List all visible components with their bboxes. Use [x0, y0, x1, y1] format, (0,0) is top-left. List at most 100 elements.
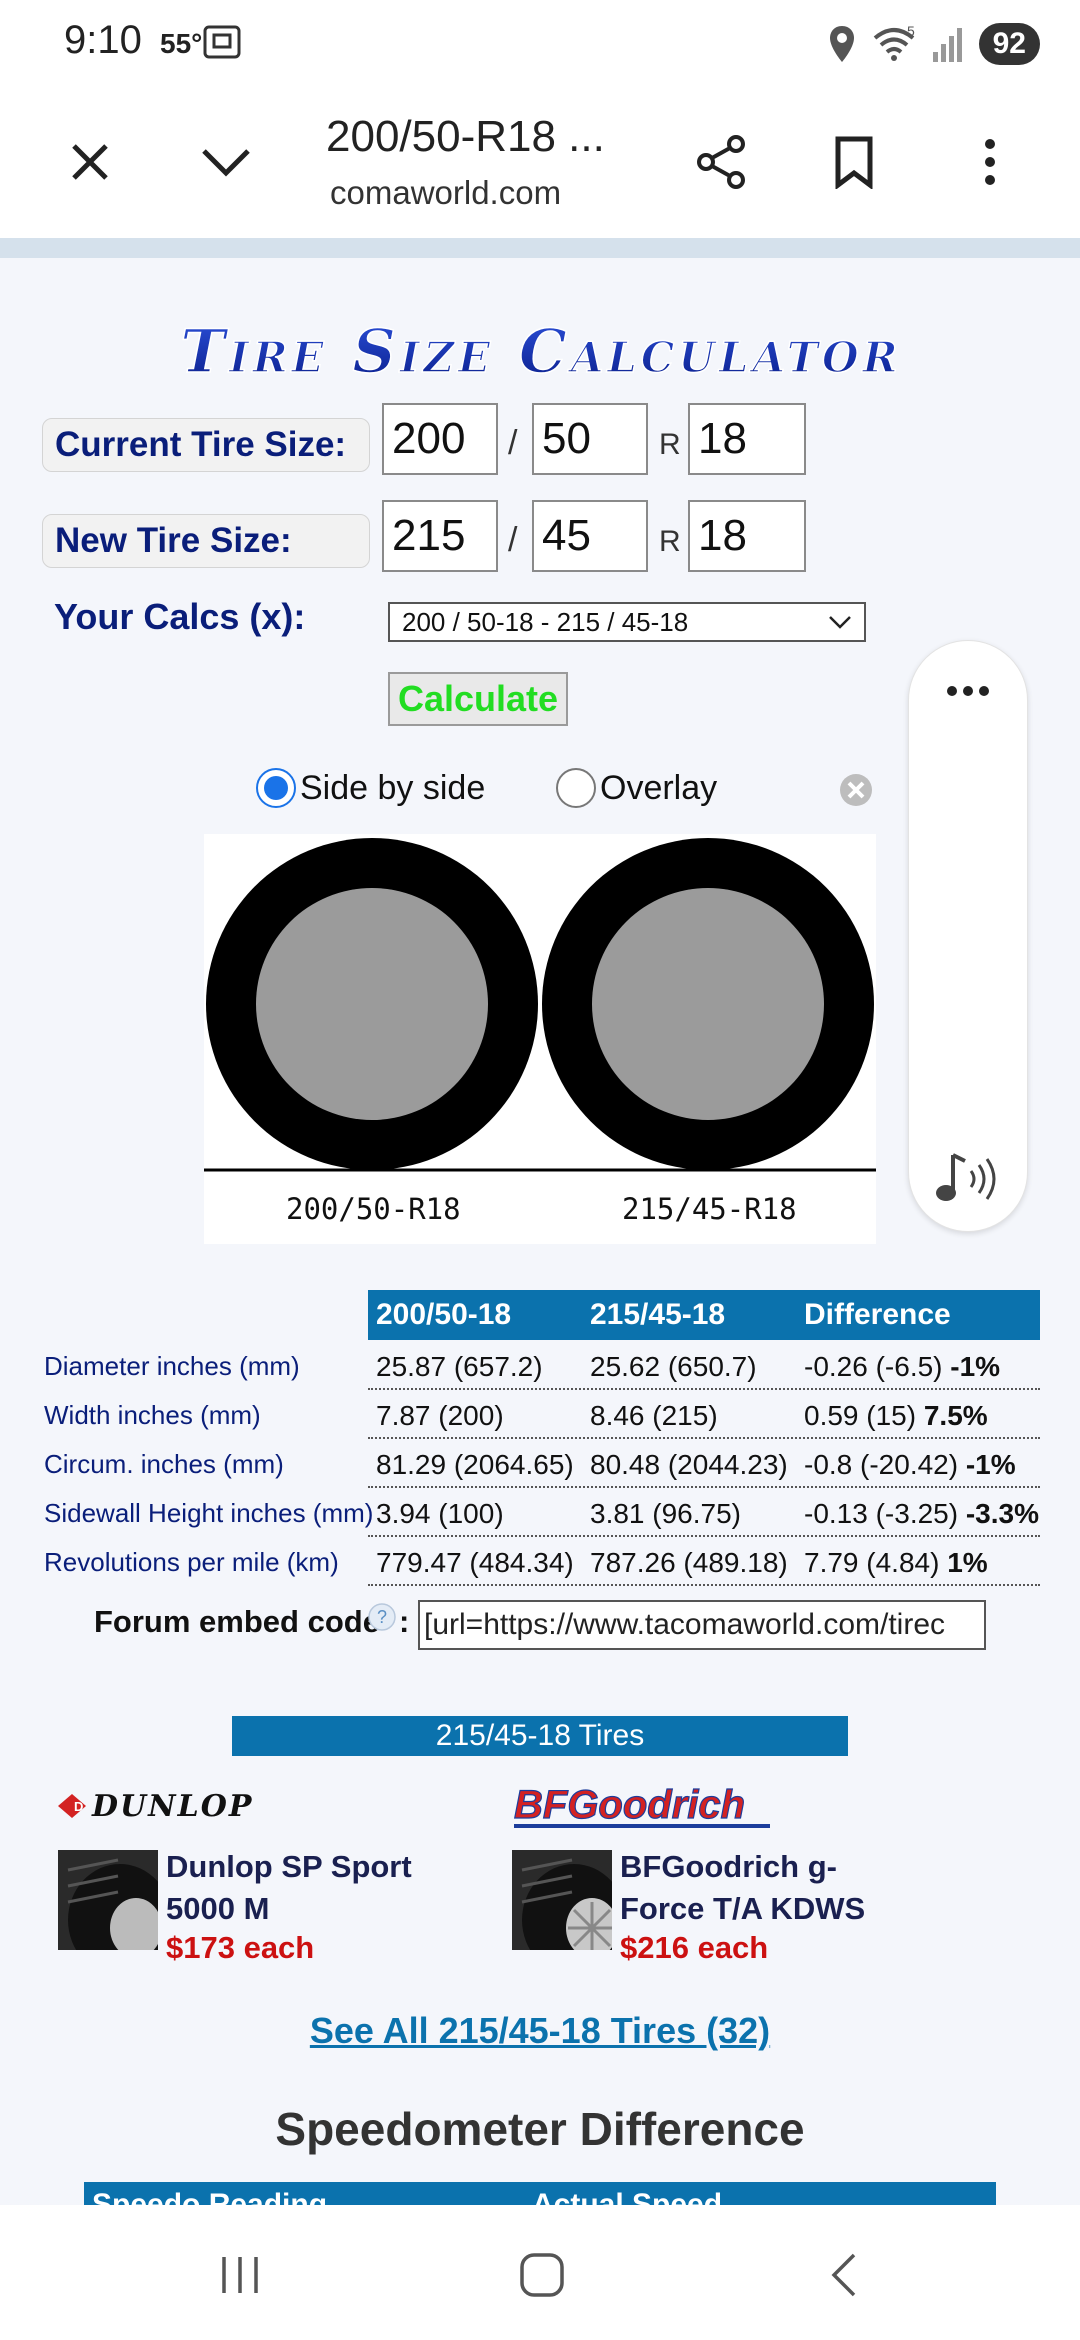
forum-embed-code-field[interactable]: [url=https://www.tacomaworld.com/tirec: [418, 1600, 986, 1650]
new-ratio-input[interactable]: 45: [532, 500, 648, 572]
comparison-table-header: 200/50-18 215/45-18 Difference: [368, 1290, 1040, 1340]
new-width-input[interactable]: 215: [382, 500, 498, 572]
home-icon[interactable]: [512, 2245, 572, 2305]
collapse-button[interactable]: [194, 130, 258, 194]
slash: /: [508, 424, 518, 462]
read-aloud-icon[interactable]: [933, 1149, 1003, 1209]
table-cell: -0.26 (-6.5) -1%: [804, 1351, 1001, 1382]
browser-toolbar: 200/50-R18 ... comaworld.com: [0, 90, 1080, 238]
overlay-option[interactable]: Overlay: [556, 768, 717, 808]
close-tab-button[interactable]: [58, 130, 122, 194]
dunlop-logo[interactable]: D DUNLOP: [56, 1778, 260, 1834]
system-nav-bar: [0, 2205, 1080, 2340]
more-horiz-icon[interactable]: [943, 681, 993, 701]
page-domain[interactable]: comaworld.com: [330, 174, 561, 212]
location-icon: [829, 26, 854, 62]
table-cell: -0.8 (-20.42) -1%: [804, 1449, 1016, 1480]
your-calcs-select[interactable]: 200 / 50-18 - 215 / 45-18: [388, 602, 866, 642]
row-label: Width inches (mm): [44, 1400, 261, 1430]
table-cell: 8.46 (215): [590, 1400, 718, 1431]
tire1-caption: 200/50-R18: [286, 1192, 461, 1226]
screenshot-icon: [203, 25, 241, 59]
page-load-bar: [0, 238, 1080, 258]
side-by-side-label: Side by side: [300, 768, 486, 807]
back-icon[interactable]: [816, 2245, 876, 2305]
tire-comparison-image: [204, 834, 876, 1244]
table-cell: 0.59 (15) 7.5%: [804, 1400, 988, 1431]
more-vert-icon: [985, 139, 995, 185]
product-name-link[interactable]: BFGoodrich g-Force T/A KDWS: [620, 1846, 920, 1930]
calculate-button[interactable]: Calculate: [388, 672, 568, 726]
row-divider: [368, 1437, 1040, 1439]
status-right: 5 92: [827, 20, 1040, 68]
side-by-side-option[interactable]: Side by side: [256, 768, 485, 808]
your-calcs-value: 200 / 50-18 - 215 / 45-18: [402, 606, 689, 637]
table-cell: 81.29 (2064.65): [376, 1449, 574, 1480]
dunlop-tire-image[interactable]: [58, 1850, 158, 1950]
bfgoodrich-tire-image[interactable]: [512, 1850, 612, 1950]
chevron-down-icon: [829, 616, 851, 629]
table-cell: 779.47 (484.34): [376, 1547, 574, 1578]
share-button[interactable]: [690, 130, 754, 194]
svg-text:Tire Size Calculator: Tire Size Calculator: [180, 317, 901, 387]
slash: /: [508, 521, 518, 559]
column-header: Speedo Reading: [92, 2188, 328, 2205]
bookmark-button[interactable]: [822, 130, 886, 194]
column-header: Difference: [804, 1298, 951, 1331]
table-cell: 25.87 (657.2): [376, 1351, 543, 1382]
column-header: 215/45-18: [590, 1298, 726, 1331]
page-content: Tire Size Calculator Current Tire Size: …: [0, 258, 1080, 2205]
row-label: Sidewall Height inches (mm): [44, 1498, 374, 1528]
table-cell: 3.81 (96.75): [590, 1498, 741, 1529]
table-cell: 80.48 (2044.23): [590, 1449, 788, 1480]
status-temperature: 55°: [160, 28, 203, 59]
page-title[interactable]: 200/50-R18 ...: [326, 112, 605, 162]
battery-level: 92: [978, 23, 1040, 65]
more-menu-button[interactable]: [958, 130, 1022, 194]
row-divider: [368, 1486, 1040, 1488]
row-divider: [368, 1584, 1040, 1586]
row-label: Revolutions per mile (km): [44, 1547, 339, 1577]
table-cell: 7.79 (4.84) 1%: [804, 1547, 988, 1578]
row-divider: [368, 1388, 1040, 1390]
tire2-caption: 215/45-R18: [622, 1192, 797, 1226]
overlay-radio[interactable]: [556, 768, 596, 808]
table-cell: -0.13 (-3.25) -3.3%: [804, 1498, 1040, 1529]
r-label: R: [659, 428, 681, 461]
embed-colon: :: [399, 1604, 410, 1639]
side-by-side-radio[interactable]: [256, 768, 296, 808]
help-icon[interactable]: ?: [367, 1602, 397, 1632]
speedometer-table-header: Speedo Reading Actual Speed: [84, 2182, 996, 2205]
bfgoodrich-logo[interactable]: BFGoodrich: [510, 1778, 776, 1834]
recent-apps-icon[interactable]: [210, 2245, 270, 2305]
tire-photo: [512, 1850, 612, 1950]
forum-embed-label: Forum embed code: [94, 1604, 380, 1639]
row-label: Circum. inches (mm): [44, 1449, 284, 1479]
product-price: $173 each: [166, 1930, 315, 1965]
current-ratio-input[interactable]: 50: [532, 403, 648, 475]
product-name-link[interactable]: Dunlop SP Sport 5000 M: [166, 1846, 466, 1930]
see-all-tires-link[interactable]: See All 215/45-18 Tires (32): [0, 2010, 1080, 2052]
table-cell: 787.26 (489.18): [590, 1547, 788, 1578]
wifi-icon: 5: [873, 24, 915, 61]
your-calcs-label: Your Calcs (x):: [54, 596, 306, 637]
share-icon: [697, 135, 745, 189]
chevron-down-icon: [202, 149, 250, 177]
speedometer-heading: Speedometer Difference: [275, 2103, 805, 2155]
table-cell: 7.87 (200): [376, 1400, 504, 1431]
row-label: Diameter inches (mm): [44, 1351, 300, 1381]
svg-text:?: ?: [377, 1607, 387, 1627]
close-circle-icon[interactable]: [838, 772, 874, 808]
current-width-input[interactable]: 200: [382, 403, 498, 475]
r-label: R: [659, 525, 681, 558]
overlay-label: Overlay: [600, 768, 718, 807]
current-size-label: Current Tire Size:: [42, 418, 370, 472]
table-cell: 25.62 (650.7): [590, 1351, 757, 1382]
current-rim-input[interactable]: 18: [688, 403, 806, 475]
new-rim-input[interactable]: 18: [688, 500, 806, 572]
column-header: 200/50-18: [376, 1298, 512, 1331]
row-divider: [368, 1535, 1040, 1537]
svg-text:DUNLOP: DUNLOP: [91, 1789, 253, 1824]
status-time: 9:10: [64, 18, 142, 62]
tire-size-calculator-logo: Tire Size Calculator: [180, 316, 901, 388]
